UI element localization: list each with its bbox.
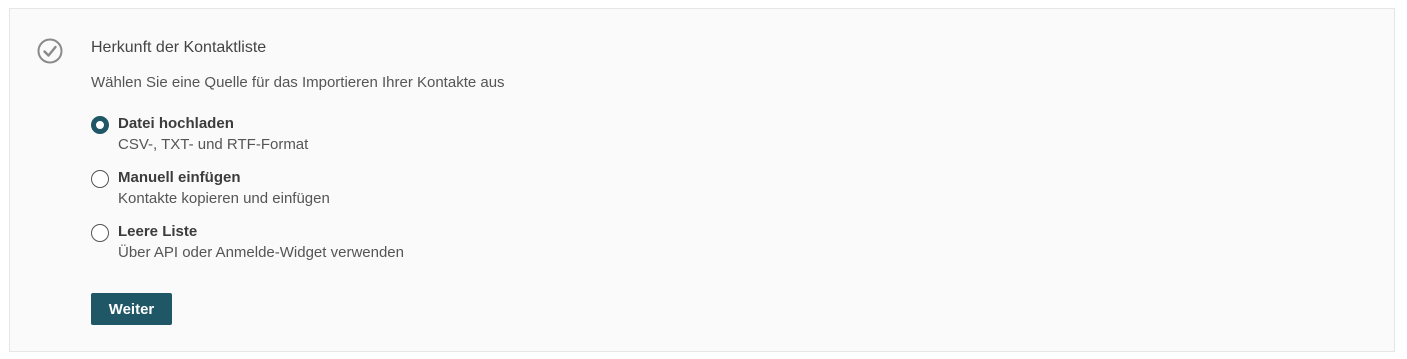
option-paste-manually[interactable]: Manuell einfügen Kontakte kopieren und e… xyxy=(91,169,591,216)
radio-empty-list[interactable] xyxy=(91,224,109,242)
radio-upload-file[interactable] xyxy=(91,116,109,134)
section-title: Herkunft der Kontaktliste xyxy=(91,39,267,56)
option-description: Über API oder Anmelde-Widget verwenden xyxy=(118,244,404,261)
section-subtitle: Wählen Sie eine Quelle für das Importier… xyxy=(91,74,505,91)
option-label: Leere Liste xyxy=(118,223,198,240)
check-circle-icon xyxy=(36,37,64,65)
radio-paste-manually[interactable] xyxy=(91,170,109,188)
option-label: Datei hochladen xyxy=(118,115,234,132)
option-description: CSV-, TXT- und RTF-Format xyxy=(118,136,309,153)
option-upload-file[interactable]: Datei hochladen CSV-, TXT- und RTF-Forma… xyxy=(91,115,591,162)
option-description: Kontakte kopieren und einfügen xyxy=(118,190,330,207)
contact-source-panel: Herkunft der Kontaktliste Wählen Sie ein… xyxy=(9,8,1395,352)
option-label: Manuell einfügen xyxy=(118,169,241,186)
option-empty-list[interactable]: Leere Liste Über API oder Anmelde-Widget… xyxy=(91,223,591,270)
next-button[interactable]: Weiter xyxy=(91,293,172,325)
